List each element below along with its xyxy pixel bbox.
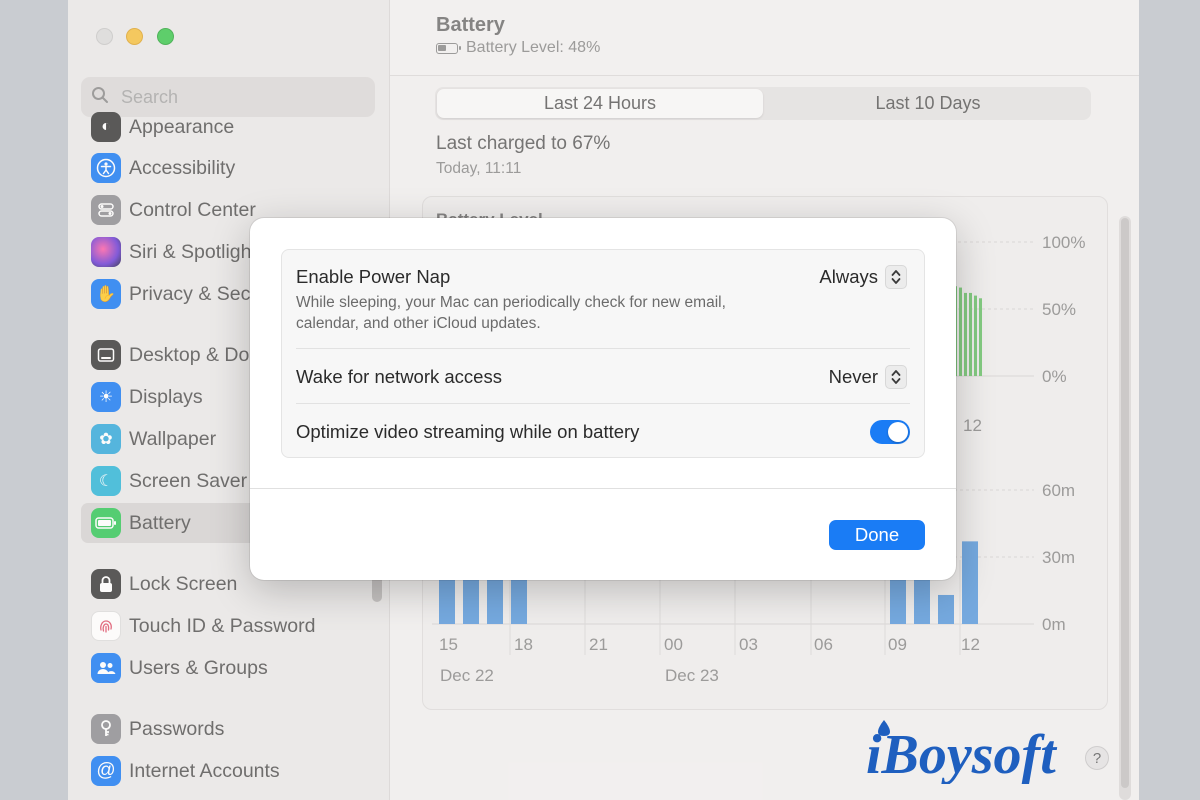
toggle-knob bbox=[888, 422, 908, 442]
power-nap-value: Always bbox=[819, 266, 878, 287]
usage-bar bbox=[962, 541, 978, 624]
battery-level-bar bbox=[964, 292, 967, 376]
power-nap-dialog: Enable Power Nap While sleeping, your Ma… bbox=[250, 218, 956, 580]
usage-x-tick: 18 bbox=[514, 635, 533, 654]
updown-chevron-icon bbox=[885, 265, 907, 289]
battery-level-bar bbox=[969, 292, 972, 376]
iboysoft-watermark-logo: iBoysoft bbox=[866, 720, 1057, 784]
battery-y-tick: 0% bbox=[1042, 367, 1067, 386]
usage-x-tick: 21 bbox=[589, 635, 608, 654]
power-nap-description: While sleeping, your Mac can periodicall… bbox=[296, 294, 726, 332]
battery-y-tick: 100% bbox=[1042, 233, 1085, 252]
row-divider bbox=[296, 348, 910, 349]
usage-bar bbox=[511, 574, 527, 624]
done-button[interactable]: Done bbox=[829, 520, 925, 550]
dialog-settings-group: Enable Power Nap While sleeping, your Ma… bbox=[281, 249, 925, 458]
row-divider bbox=[296, 403, 910, 404]
usage-bar bbox=[463, 574, 479, 624]
usage-x-tick: 15 bbox=[439, 635, 458, 654]
usage-bar bbox=[890, 574, 906, 624]
video-streaming-title: Optimize video streaming while on batter… bbox=[296, 421, 640, 442]
dialog-divider bbox=[250, 488, 956, 489]
power-nap-title: Enable Power Nap bbox=[296, 266, 451, 287]
usage-y-tick: 30m bbox=[1042, 548, 1075, 567]
video-streaming-toggle[interactable] bbox=[870, 420, 910, 444]
usage-x-tick: 06 bbox=[814, 635, 833, 654]
battery-level-bar bbox=[959, 287, 962, 376]
power-nap-popup[interactable]: Always bbox=[819, 265, 907, 289]
network-access-title: Wake for network access bbox=[296, 366, 502, 387]
usage-date-label: Dec 22 bbox=[440, 666, 494, 685]
usage-y-tick: 0m bbox=[1042, 615, 1066, 634]
network-access-value: Never bbox=[828, 366, 878, 387]
battery-y-tick: 50% bbox=[1042, 300, 1076, 319]
network-access-popup[interactable]: Never bbox=[829, 365, 907, 389]
svg-text:iBoysoft: iBoysoft bbox=[866, 724, 1057, 784]
usage-date-label: Dec 23 bbox=[665, 666, 719, 685]
battery-level-bar bbox=[979, 298, 982, 376]
usage-bar bbox=[938, 594, 954, 624]
battery-x-tick: 12 bbox=[963, 416, 982, 435]
usage-x-tick: 00 bbox=[664, 635, 683, 654]
usage-x-tick: 12 bbox=[961, 635, 980, 654]
usage-x-tick: 03 bbox=[739, 635, 758, 654]
usage-bar bbox=[439, 574, 455, 624]
usage-x-tick: 09 bbox=[888, 635, 907, 654]
usage-y-tick: 60m bbox=[1042, 481, 1075, 500]
updown-chevron-icon bbox=[885, 365, 907, 389]
usage-bar bbox=[487, 574, 503, 624]
battery-level-bar bbox=[974, 295, 977, 376]
